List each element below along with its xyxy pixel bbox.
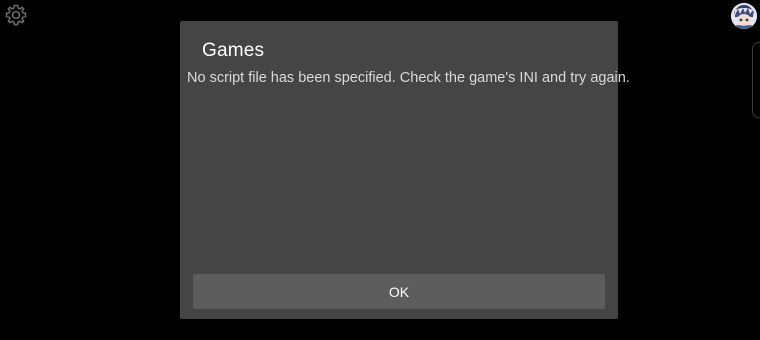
app-screen: Games No script file has been specified.…	[0, 0, 760, 340]
gear-icon-graphic	[5, 4, 27, 26]
user-avatar[interactable]	[731, 3, 757, 29]
dialog-title: Games	[202, 40, 265, 61]
ok-button[interactable]: OK	[193, 274, 605, 309]
dialog-message: No script file has been specified. Check…	[187, 70, 630, 86]
gear-icon[interactable]	[4, 3, 28, 27]
avatar-graphic	[731, 3, 757, 29]
edge-panel-handle[interactable]	[752, 42, 760, 118]
alert-dialog: Games No script file has been specified.…	[180, 21, 630, 319]
